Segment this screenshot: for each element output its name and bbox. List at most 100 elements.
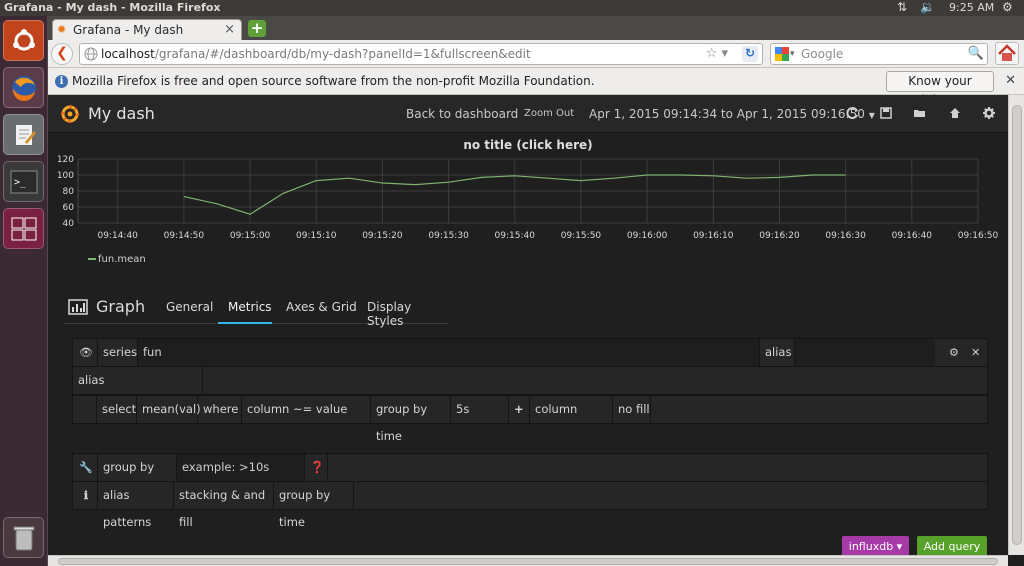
info-icon: i: [55, 75, 68, 88]
new-tab-button[interactable]: +: [248, 20, 266, 37]
refresh-icon[interactable]: [846, 106, 860, 120]
tab-display-styles[interactable]: Display Styles: [367, 300, 448, 328]
x-tick-label: 09:16:30: [825, 231, 866, 241]
group-by-time-label: group by time: [371, 396, 451, 443]
tab-title: Grafana - My dash: [73, 23, 184, 37]
select-value[interactable]: mean(val): [137, 396, 201, 423]
x-tick-label: 09:16:20: [759, 231, 800, 241]
grafana-logo-icon[interactable]: [60, 104, 80, 124]
remove-query-icon[interactable]: ✕: [971, 346, 980, 359]
help-alias-patterns[interactable]: alias patterns: [97, 482, 174, 529]
grafana-favicon-icon: ✹: [57, 23, 67, 36]
panel-title[interactable]: no title (click here): [48, 138, 1008, 152]
tab-close-icon[interactable]: ×: [224, 22, 235, 37]
query-select-row: select mean(val) where column ~= value g…: [72, 395, 988, 443]
y-tick-label: 40: [63, 219, 75, 229]
eye-icon[interactable]: 👁: [79, 346, 93, 359]
home-dashboard-icon[interactable]: [948, 106, 962, 120]
legend-swatch: [88, 258, 96, 260]
search-engine-dropdown-icon[interactable]: ▾: [790, 44, 795, 64]
back-button[interactable]: ❮: [51, 43, 73, 65]
y-tick-label: 100: [57, 171, 74, 181]
terminal-icon[interactable]: >_: [3, 161, 44, 202]
y-tick-label: 60: [63, 203, 75, 213]
close-notification-icon[interactable]: ✕: [1005, 73, 1016, 88]
search-icon[interactable]: 🔍: [968, 44, 984, 64]
save-icon[interactable]: [879, 106, 893, 120]
help-group-by-time[interactable]: group by time: [274, 482, 354, 529]
help-stacking-fill[interactable]: stacking & and fill: [174, 482, 274, 529]
series-input[interactable]: fun: [138, 339, 760, 366]
x-tick-label: 09:15:40: [495, 231, 536, 241]
google-icon[interactable]: [775, 47, 789, 61]
tab-general[interactable]: General: [166, 300, 213, 314]
where-label: where: [198, 396, 242, 423]
dashboard-title[interactable]: My dash: [88, 104, 155, 123]
y-tick-label: 80: [63, 187, 75, 197]
notification-bar: i Mozilla Firefox is free and open sourc…: [48, 68, 1024, 107]
settings-gear-icon[interactable]: [982, 106, 996, 120]
datasource-dropdown-button[interactable]: influxdb ▾: [842, 536, 909, 555]
add-query-button[interactable]: Add query: [917, 536, 987, 555]
back-to-dashboard-link[interactable]: Back to dashboard: [406, 107, 518, 121]
trash-icon[interactable]: [3, 517, 44, 558]
row-spacer: [73, 396, 97, 423]
session-gear-icon[interactable]: ⚙: [1002, 0, 1013, 14]
url-host: localhost: [101, 47, 155, 61]
time-range-text: Apr 1, 2015 09:14:34 to Apr 1, 2015 09:1…: [589, 107, 865, 121]
zoom-out-link[interactable]: Zoom Out: [524, 108, 574, 119]
workspace-switcher-icon[interactable]: [3, 208, 44, 249]
svg-text:>_: >_: [14, 177, 27, 188]
x-tick-label: 09:14:50: [164, 231, 205, 241]
open-folder-icon[interactable]: [913, 106, 927, 120]
time-range-picker[interactable]: Apr 1, 2015 09:14:34 to Apr 1, 2015 09:1…: [589, 107, 875, 121]
search-placeholder: Google: [801, 47, 844, 61]
firefox-icon[interactable]: [3, 67, 44, 108]
home-button[interactable]: [995, 42, 1019, 65]
alias-input[interactable]: [795, 339, 935, 366]
column-input[interactable]: column: [530, 396, 613, 423]
options-group-by-time-label: group by time: [97, 454, 177, 501]
caret-down-icon: ▼: [868, 111, 875, 120]
where-value[interactable]: column ~= value: [242, 396, 371, 423]
grafana-top-nav: My dash Back to dashboard Zoom Out Apr 1…: [48, 95, 1008, 133]
browser-tab[interactable]: ✹ Grafana - My dash ×: [52, 19, 242, 40]
fill-option[interactable]: no fill: [613, 396, 651, 423]
ubuntu-dash-icon[interactable]: [3, 20, 44, 61]
graph-chart[interactable]: 40 60 80 100 120 09:14:40 09:14:50 09:15:00 09:1…: [48, 153, 1008, 253]
panel-editor-header: Graph General Metrics Axes & Grid Displa…: [64, 291, 448, 328]
grafana-app: My dash Back to dashboard Zoom Out Apr 1…: [48, 95, 1008, 555]
globe-icon: [84, 47, 98, 61]
active-tab-indicator: [218, 322, 272, 324]
query-settings-gear-icon[interactable]: ⚙: [949, 346, 959, 359]
x-tick-label: 09:16:40: [892, 231, 933, 241]
know-your-rights-button[interactable]: Know your rights…: [886, 71, 994, 107]
x-tick-label: 09:15:00: [230, 231, 271, 241]
text-editor-icon[interactable]: [3, 114, 44, 155]
help-question-icon[interactable]: ❓: [305, 454, 328, 481]
clock[interactable]: 9:25 AM: [949, 1, 994, 14]
series-label: series: [97, 339, 138, 366]
bookmark-star-icon[interactable]: ☆ ▾: [706, 44, 728, 64]
x-tick-label: 09:15:50: [561, 231, 602, 241]
url-bar[interactable]: localhost/grafana/#/dashboard/db/my-dash…: [79, 43, 763, 65]
add-group-by-icon[interactable]: +: [509, 396, 530, 423]
os-top-panel: Grafana - My dash - Mozilla Firefox ⇅ 🔉 …: [0, 0, 1024, 16]
horizontal-scroll-thumb[interactable]: [58, 558, 998, 565]
tab-metrics[interactable]: Metrics: [228, 300, 272, 314]
legend-series-label[interactable]: fun.mean: [98, 254, 146, 265]
search-bar[interactable]: ▾ Google 🔍: [770, 43, 988, 65]
network-icon[interactable]: ⇅: [897, 0, 907, 14]
vertical-scroll-thumb[interactable]: [1012, 105, 1022, 545]
horizontal-scrollbar[interactable]: [48, 555, 1008, 566]
vertical-scrollbar[interactable]: [1008, 95, 1024, 555]
volume-icon[interactable]: 🔉: [920, 0, 935, 14]
graph-panel-icon: [68, 299, 88, 315]
options-group-by-time-input[interactable]: example: >10s: [177, 454, 305, 481]
x-tick-label: 09:16:10: [693, 231, 734, 241]
group-by-time-input[interactable]: 5s: [451, 396, 509, 423]
tab-bar: ✹ Grafana - My dash × +: [48, 16, 1024, 40]
tab-axes-grid[interactable]: Axes & Grid: [286, 300, 357, 314]
y-tick-label: 120: [57, 155, 74, 165]
reload-icon[interactable]: ↻: [742, 46, 758, 62]
